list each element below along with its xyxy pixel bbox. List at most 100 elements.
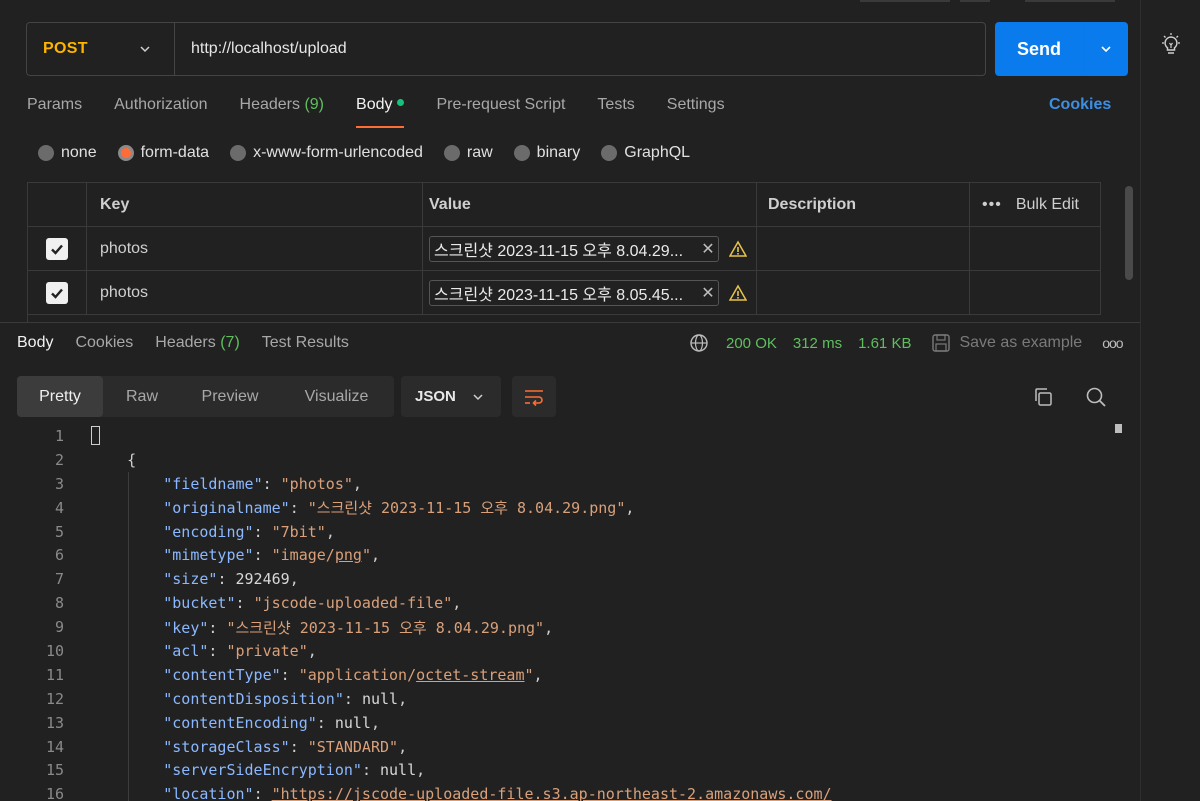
line-number: 7: [54, 570, 64, 589]
tab-tests[interactable]: Tests: [597, 96, 634, 120]
warning-icon[interactable]: [729, 239, 747, 258]
url-input[interactable]: http://localhost/upload: [175, 40, 347, 58]
top-edge-remnant: [860, 0, 950, 2]
row-empty: [970, 271, 1101, 314]
lightbulb-icon[interactable]: [1158, 32, 1184, 58]
tab-settings[interactable]: Settings: [667, 96, 725, 120]
method-select[interactable]: POST: [27, 23, 175, 75]
line-number: 4: [54, 498, 64, 517]
row-checkbox[interactable]: [46, 281, 68, 304]
tab-response-cookies[interactable]: Cookies: [75, 334, 133, 352]
radio-binary[interactable]: binary: [513, 144, 580, 162]
view-visualize[interactable]: Visualize: [279, 376, 394, 417]
header-description: Description: [757, 183, 970, 226]
header-key: Key: [87, 183, 423, 226]
line-number: 15: [45, 761, 64, 780]
json-value: "STANDARD": [307, 737, 399, 756]
tab-count: (9): [304, 96, 325, 113]
code-line: 12 "contentDisposition": null,: [0, 687, 1110, 711]
response-size[interactable]: 1.61 KB: [858, 335, 911, 352]
save-as-example-button[interactable]: Save as example: [931, 333, 1082, 353]
json-key: fieldname: [172, 474, 254, 493]
code-line: 3 "fieldname": "photos",: [0, 472, 1110, 496]
more-options-icon[interactable]: •••: [982, 196, 1002, 214]
json-value: "7bit": [271, 522, 326, 541]
radio-form-data[interactable]: form-data: [117, 144, 210, 162]
json-value: "jscode-uploaded-file": [253, 594, 453, 613]
send-button[interactable]: Send: [995, 22, 1128, 76]
line-number: 3: [54, 474, 64, 493]
chevron-down-icon: [473, 393, 483, 400]
copy-icon[interactable]: [1032, 386, 1054, 408]
row-checkbox[interactable]: [46, 237, 68, 260]
view-preview[interactable]: Preview: [181, 376, 279, 417]
line-number: 12: [45, 689, 64, 708]
row-checkbox-cell: [28, 227, 87, 270]
json-key: size: [172, 570, 209, 589]
json-key: location: [172, 785, 245, 801]
view-raw[interactable]: Raw: [103, 376, 181, 417]
cookies-link[interactable]: Cookies: [1049, 96, 1111, 114]
search-icon[interactable]: [1085, 386, 1107, 408]
table-row: photos 스크린샷 2023-11-15 오후 8.05.45... ✕: [28, 271, 1101, 315]
radio-circle: [117, 145, 134, 161]
request-bar: POST http://localhost/upload: [26, 22, 986, 76]
tab-params[interactable]: Params: [27, 96, 82, 120]
row-key[interactable]: photos: [87, 271, 423, 314]
send-options-button[interactable]: [1083, 22, 1128, 76]
code-line: 4 "originalname": "스크린샷 2023-11-15 오후 8.…: [0, 496, 1110, 520]
request-scrollbar[interactable]: [1125, 186, 1133, 280]
json-value: "photos": [280, 474, 353, 493]
line-number: 10: [45, 641, 64, 660]
tab-label: Pre-request Script: [436, 96, 566, 113]
file-chip[interactable]: 스크린샷 2023-11-15 오후 8.04.29... ✕: [429, 235, 719, 262]
tab-test-results[interactable]: Test Results: [262, 334, 349, 352]
view-pretty[interactable]: Pretty: [17, 376, 103, 417]
radio-urlencoded[interactable]: x-www-form-urlencoded: [230, 144, 423, 162]
row-description[interactable]: [757, 271, 970, 314]
pane-divider[interactable]: [0, 322, 1140, 323]
json-value: "private": [226, 641, 308, 660]
json-value[interactable]: "https://jscode-uploaded-file.s3.ap-nort…: [272, 785, 832, 801]
format-label: JSON: [415, 388, 456, 405]
wrap-lines-button[interactable]: [512, 376, 556, 417]
radio-graphql[interactable]: GraphQL: [601, 144, 690, 162]
bulk-edit-button[interactable]: Bulk Edit: [1016, 196, 1079, 214]
response-time[interactable]: 312 ms: [793, 335, 842, 352]
line-number: 16: [45, 785, 64, 801]
warning-icon[interactable]: [729, 283, 747, 302]
send-label: Send: [1016, 38, 1061, 59]
file-chip[interactable]: 스크린샷 2023-11-15 오후 8.05.45... ✕: [429, 279, 719, 306]
status-code[interactable]: 200 OK: [726, 335, 777, 352]
tab-response-headers[interactable]: Headers (7): [155, 334, 240, 352]
row-description[interactable]: [757, 227, 970, 270]
json-key: storageClass: [172, 737, 281, 756]
line-number: 11: [45, 665, 64, 684]
bulk-edit-cell: ••• Bulk Edit: [970, 183, 1101, 226]
header-checkbox-cell: [28, 183, 87, 226]
tab-authorization[interactable]: Authorization: [114, 96, 207, 120]
code-scrollbar[interactable]: [1115, 424, 1122, 433]
radio-label: form-data: [140, 144, 210, 161]
response-code[interactable]: 1 2 { 3 "fieldname": "photos", 4 "origin…: [0, 424, 1110, 801]
format-select[interactable]: JSON: [401, 376, 501, 417]
tab-body[interactable]: Body: [356, 96, 405, 128]
json-key: contentDisposition: [172, 689, 335, 708]
json-value: 292469: [235, 570, 290, 589]
json-key: contentEncoding: [172, 713, 308, 732]
globe-icon[interactable]: [689, 333, 709, 353]
tab-headers[interactable]: Headers (9): [240, 96, 325, 120]
json-value: "image/png": [271, 546, 371, 565]
radio-raw[interactable]: raw: [443, 144, 493, 162]
radio-none[interactable]: none: [38, 144, 97, 162]
close-icon[interactable]: ✕: [698, 283, 718, 303]
method-label: POST: [43, 40, 88, 57]
tab-response-body[interactable]: Body: [17, 334, 53, 352]
close-icon[interactable]: ✕: [698, 239, 718, 259]
tab-pre-request-script[interactable]: Pre-request Script: [436, 96, 565, 120]
top-edge-remnant: [1025, 0, 1115, 2]
radio-circle: [230, 145, 247, 161]
radio-circle: [443, 145, 460, 161]
more-options-icon[interactable]: ooo: [1102, 335, 1123, 351]
row-key[interactable]: photos: [87, 227, 423, 270]
